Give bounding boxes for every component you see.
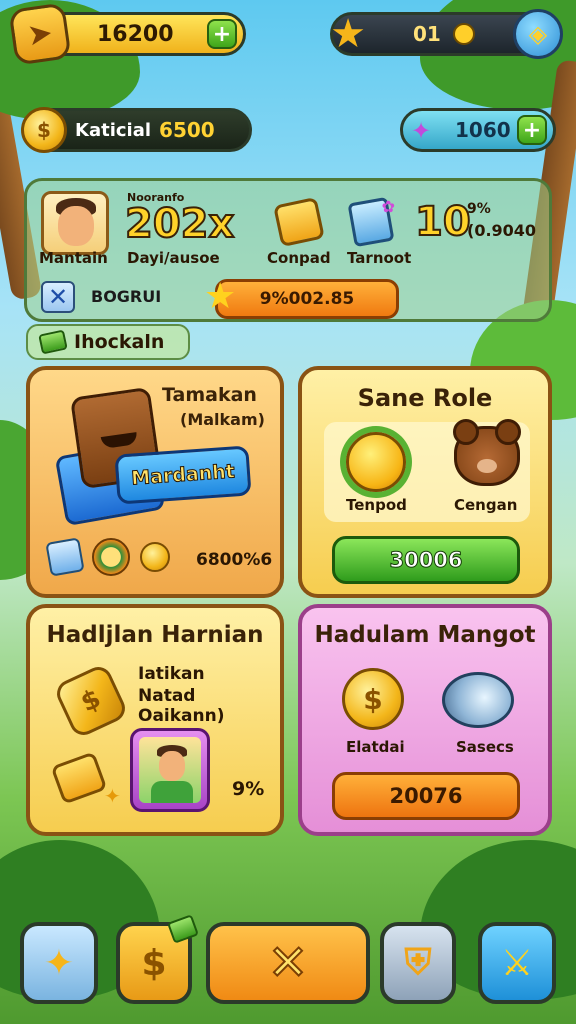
bonus-bar-value: 9%002.85 [259,289,355,309]
stat-pct-label: 9% [467,201,491,217]
item-label-2: Tarnoot [347,249,412,267]
close-icon: ✕ [47,283,69,311]
card-4-label-left: Elatdai [346,738,405,756]
section-tag: Ihockaln [26,324,190,360]
card-1-rewards [45,537,170,577]
card-4-buy-button[interactable]: 20076 [332,772,520,820]
book-item[interactable]: ✿ [343,196,399,248]
nav-sword-button[interactable]: ⚔ [478,922,556,1004]
card-2-label-right: Cengan [454,496,518,514]
coin-shop-icon: $ [141,942,167,984]
offer-card-1[interactable]: Tamakan (Malkam) Mardanht 6800%6 [26,366,284,598]
bear-icon [453,419,521,486]
dollar-coin-icon: $ [342,668,404,730]
gold-bag-item[interactable] [271,196,327,248]
gold-label: Katicial [75,119,152,141]
notification-button[interactable]: ◈ [513,9,563,59]
stat-pct-value: (0.9040 [467,221,537,240]
flower-icon: ✿ [381,197,395,216]
gold-bag-icon [273,196,325,248]
offer-card-3[interactable]: Hadljlan Harnian $ Iatikan Natad Oaikann… [26,604,284,836]
gold-bag-icon [50,751,108,805]
card-1-subtitle: (Malkam) [180,410,265,429]
feather-gem-icon: ✦ [411,117,432,145]
character-portrait[interactable] [130,728,210,812]
stat-sub-label: Dayi/ausoe [127,249,220,267]
card-2-title: Sane Role [357,384,493,412]
nav-tools-button[interactable]: ✦ [20,922,98,1004]
gold-coin-icon: $ [21,107,67,153]
gear-icon [92,538,130,576]
sun-fruit-icon [346,432,406,492]
close-icon: ✕ [267,934,309,992]
add-gems-button[interactable]: + [517,115,547,145]
section-tag-label: Ihockaln [74,331,165,353]
back-button[interactable]: ➤ [8,2,72,66]
gem-value: 1060 [455,118,511,142]
card-3-percent: 9% [232,778,265,800]
coins-value: 16200 [97,21,174,47]
sword-icon: ⚔ [500,942,534,984]
cash-icon [38,329,68,355]
player-avatar[interactable] [41,191,109,255]
add-coins-button[interactable]: + [207,19,237,49]
stat-ten-value: 10 [414,198,472,246]
close-bonus-button[interactable]: ✕ [41,281,75,313]
back-arrow-icon: ➤ [25,14,55,54]
crystal-icon [45,537,85,577]
card-4-label-right: Sasecs [456,738,514,756]
gold-value: 6500 [159,118,215,142]
player-name: Mantain [39,249,108,267]
stat-multiplier: 202x [124,200,235,248]
offer-card-4[interactable]: Hadulam Mangot $ Elatdai Sasecs 20076 [298,604,552,836]
bonus-progress-bar[interactable]: ★ 9%002.85 [204,276,399,319]
star-icon: ★ [330,11,366,57]
card-1-title: Tamakan [162,384,257,406]
card-3-subtitle-1: Iatikan [138,664,205,684]
sparkle-icon: ✦ [104,784,121,808]
card-1-value: 6800%6 [196,550,273,570]
scroll-tube-icon [442,672,514,728]
card-1-button[interactable]: Mardanht [114,445,252,505]
nav-close-button[interactable]: ✕ [206,922,370,1004]
star-icon: ★ [204,276,237,317]
level-counter: ★ 01 ◈ [330,9,563,59]
gold-token-icon: $ [52,662,130,740]
shield-icon: ⛨ [404,942,432,983]
token-icon [452,23,475,45]
card-3-subtitle-2: Natad Oaikann) [138,686,225,726]
nav-shield-button[interactable]: ⛨ [380,922,456,1004]
card-3-title: Hadljlan Harnian [46,622,264,648]
level-value: 01 [413,22,441,46]
tools-icon: ✦ [43,942,75,984]
card-4-title: Hadulam Mangot [314,622,536,648]
card-2-label-left: Tenpod [346,496,407,514]
gem-counter: ✦ 1060 + [400,108,556,152]
bell-icon: ◈ [528,20,548,48]
item-label-1: Conpad [267,249,331,267]
bonus-label: BOGRUI [91,287,162,306]
coin-icon [140,542,170,572]
nav-shop-button[interactable]: $ [116,914,199,1004]
offer-card-2[interactable]: Sane Role Tenpod Cengan 30006 [298,366,552,598]
gold-counter: $ Katicial 6500 [21,107,252,153]
player-stats-panel: Mantain Nooranfo 202x Dayi/ausoe Conpad … [24,178,552,322]
card-2-buy-button[interactable]: 30006 [332,536,520,584]
